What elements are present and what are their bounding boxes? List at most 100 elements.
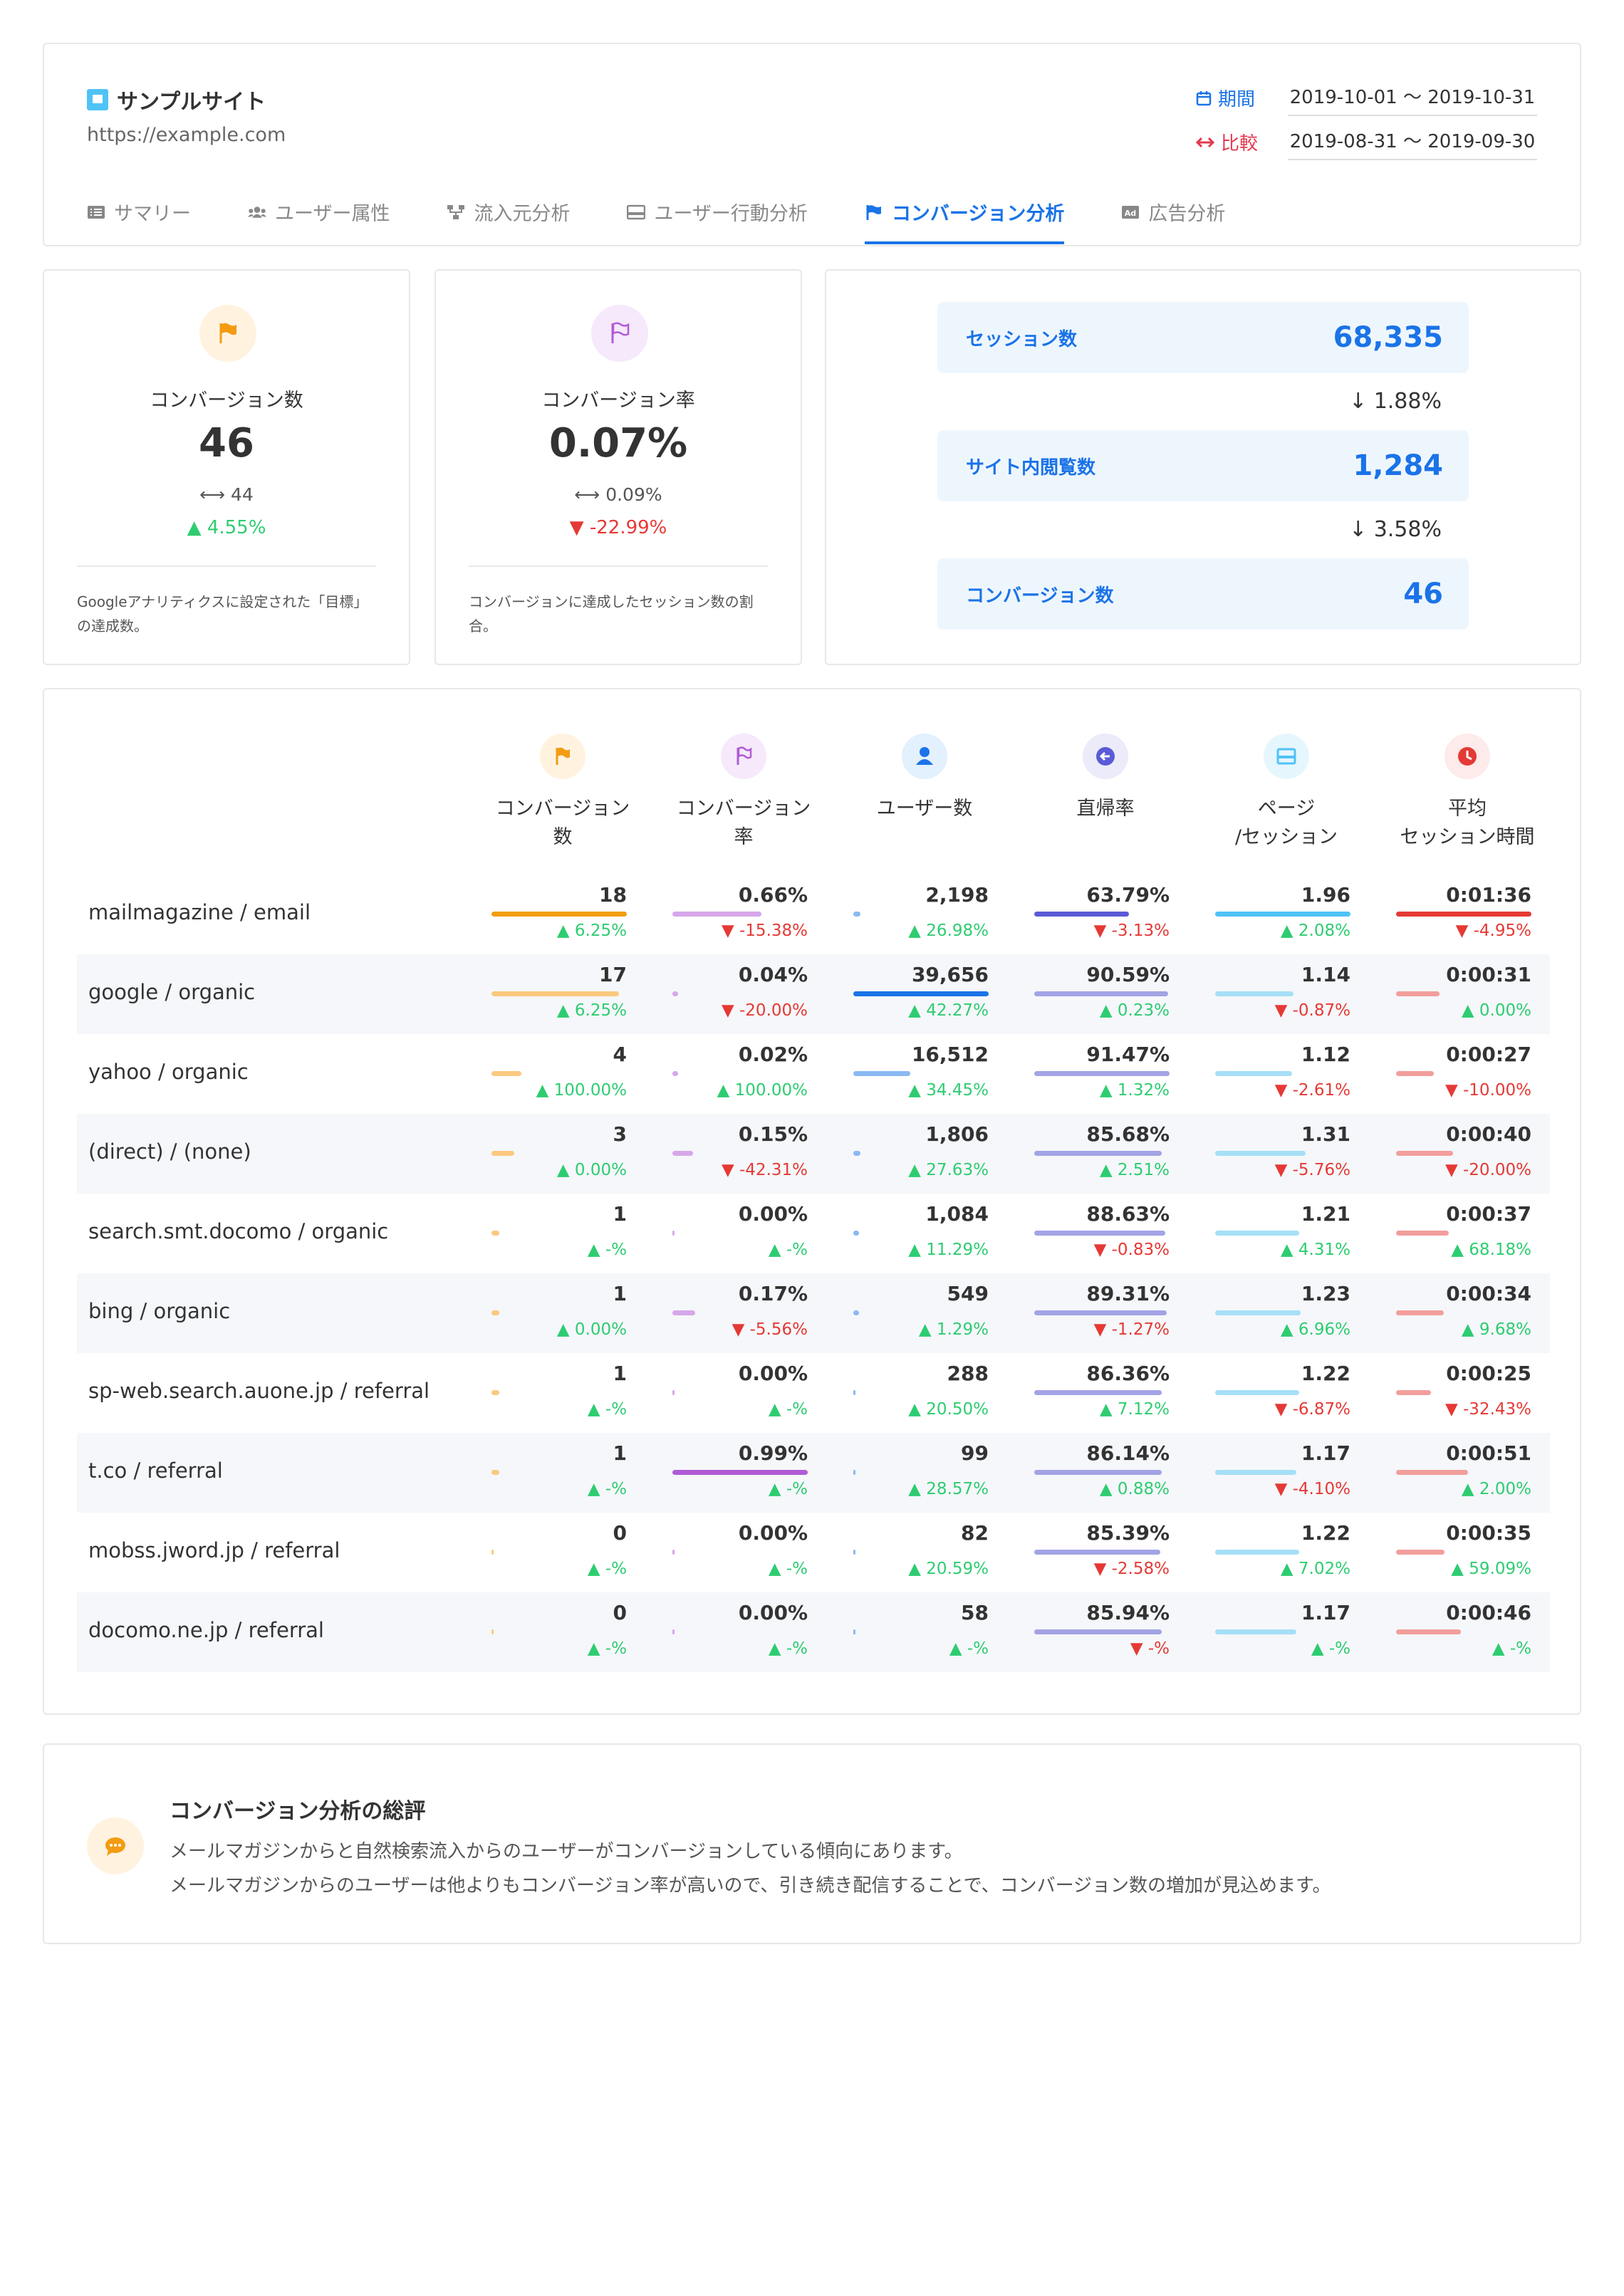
triangle-up-icon: ▲ [556, 922, 575, 940]
value-bar [1396, 1151, 1453, 1156]
triangle-down-icon: ▼ [732, 1320, 750, 1339]
value-bar [672, 1151, 693, 1156]
kpi-value: 0.07% [548, 420, 688, 466]
value-bar [1396, 991, 1440, 996]
table-cell: 89.31% ▼ -1.27% [1034, 1273, 1170, 1353]
triangle-up-icon: ▲ [908, 1241, 927, 1259]
value-bar [1396, 1390, 1432, 1395]
cell-change: ▼ -5.76% [1274, 1161, 1350, 1179]
compare-date-range[interactable]: 2019-08-31 〜 2019-09-30 [1288, 124, 1537, 160]
flag-outline-icon [591, 305, 648, 362]
users-icon [248, 206, 266, 218]
table-row[interactable]: bing / organic 1 ▲ 0.00% 0.17% ▼ -5.56% 549 ▲ … [77, 1273, 1550, 1353]
table-cell: 0.00% ▲ -% [672, 1592, 808, 1672]
cell-change: ▼ -0.87% [1274, 1001, 1350, 1020]
compare-label: 比較 [1221, 133, 1259, 155]
cell-value: 82 [961, 1521, 989, 1545]
table-row[interactable]: mailmagazine / email 18 ▲ 6.25% 0.66% ▼ -15.… [77, 875, 1550, 954]
row-source-label: yahoo / organic [88, 1060, 249, 1084]
cell-change: ▼ -15.38% [722, 922, 808, 940]
value-bar [1396, 1071, 1435, 1076]
row-source-label: bing / organic [88, 1299, 231, 1323]
period-date-range[interactable]: 2019-10-01 〜 2019-10-31 [1288, 80, 1537, 116]
kpi-description: Googleアナリティクスに設定された「目標」の達成数。 [77, 593, 368, 635]
table-cell: 58 ▲ -% [853, 1592, 989, 1672]
cell-change: ▲ 20.59% [908, 1560, 989, 1578]
kpi-title: コンバージョン率 [541, 390, 695, 412]
value-bar [1034, 1151, 1162, 1156]
table-cell: 90.59% ▲ 0.23% [1034, 954, 1170, 1034]
cell-value: 1,806 [925, 1122, 989, 1146]
cell-value: 0:01:36 [1446, 883, 1531, 907]
tab-user-behavior[interactable]: ユーザー行動分析 [627, 198, 808, 244]
value-bar [853, 1231, 859, 1236]
value-bar [1034, 1071, 1170, 1076]
value-bar [491, 912, 627, 917]
table-cell: 0:00:51 ▲ 2.00% [1396, 1433, 1531, 1513]
table-row[interactable]: docomo.ne.jp / referral 0 ▲ -% 0.00% ▲ -% 58 ▲… [77, 1592, 1550, 1672]
triangle-up-icon: ▲ [1099, 1081, 1118, 1100]
arrows-horizontal-icon [1195, 137, 1215, 147]
table-row[interactable]: search.smt.docomo / organic 1 ▲ -% 0.00% ▲ -… [77, 1194, 1550, 1273]
value-bar [1215, 1390, 1299, 1395]
table-row[interactable]: mobss.jword.jp / referral 0 ▲ -% 0.00% ▲ -% 8… [77, 1513, 1550, 1592]
table-row[interactable]: yahoo / organic 4 ▲ 100.00% 0.02% ▲ 100.00% 1… [77, 1034, 1550, 1114]
kpi-card-conversions: コンバージョン数 46 ⟷ 44 ▲ 4.55% Googleアナリティクスに設… [43, 269, 410, 665]
flag-icon [199, 305, 256, 362]
triangle-up-icon: ▲ [1099, 1161, 1118, 1179]
tab-ad-analysis[interactable]: Ad 広告分析 [1121, 198, 1225, 244]
triangle-up-icon: ▲ [536, 1081, 554, 1100]
table-row[interactable]: sp-web.search.auone.jp / referral 1 ▲ -% 0.… [77, 1353, 1550, 1433]
value-bar [1215, 1470, 1296, 1475]
table-row[interactable]: t.co / referral 1 ▲ -% 0.99% ▲ -% 99 ▲ 28.57% 8… [77, 1433, 1550, 1513]
tab-traffic-source[interactable]: 流入元分析 [447, 198, 570, 244]
table-row[interactable]: (direct) / (none) 3 ▲ 0.00% 0.15% ▼ -42.31% 1… [77, 1114, 1550, 1194]
tab-conversion-analysis[interactable]: コンバージョン分析 [864, 198, 1065, 244]
table-cell: 0 ▲ -% [491, 1592, 627, 1672]
value-bar [491, 1310, 500, 1315]
comment-icon [87, 1817, 144, 1874]
triangle-up-icon: ▲ [1280, 1320, 1298, 1339]
value-bar [672, 1550, 675, 1555]
cell-value: 18 [599, 883, 627, 907]
cell-change: ▲ 9.68% [1461, 1320, 1531, 1339]
table-cell: 0:00:31 ▲ 0.00% [1396, 954, 1531, 1034]
column-label: 平均 セッション時間 [1400, 798, 1535, 848]
cell-value: 85.39% [1086, 1521, 1170, 1545]
triangle-up-icon: ▲ [949, 1639, 967, 1658]
cell-change: ▲ -% [768, 1241, 808, 1259]
cell-value: 85.68% [1086, 1122, 1170, 1146]
value-bar [853, 1390, 855, 1395]
calendar-icon [1196, 90, 1212, 105]
table-cell: 1 ▲ -% [491, 1194, 627, 1273]
triangle-up-icon: ▲ [1099, 1400, 1118, 1419]
table-row[interactable]: google / organic 17 ▲ 6.25% 0.04% ▼ -20.00% 3… [77, 954, 1550, 1034]
table-cell: 91.47% ▲ 1.32% [1034, 1034, 1170, 1114]
table-cell: 0.17% ▼ -5.56% [672, 1273, 808, 1353]
cell-value: 91.47% [1086, 1043, 1170, 1066]
triangle-up-icon: ▲ [1451, 1241, 1469, 1259]
kpi-title: コンバージョン数 [150, 390, 303, 412]
table-cell: 16,512 ▲ 34.45% [853, 1034, 989, 1114]
cell-value: 86.36% [1086, 1362, 1170, 1385]
value-bar [853, 1470, 855, 1475]
triangle-up-icon: ▲ [556, 1161, 575, 1179]
value-bar [491, 1550, 494, 1555]
triangle-down-icon: ▼ [1130, 1639, 1148, 1658]
cell-change: ▲ 0.00% [556, 1161, 627, 1179]
table-cell: 0 ▲ -% [491, 1513, 627, 1592]
triangle-up-icon: ▲ [1280, 922, 1298, 940]
summary-line: メールマガジンからのユーザーは他よりもコンバージョン率が高いので、引き続き配信す… [170, 1875, 1331, 1896]
cell-change: ▲ -% [768, 1480, 808, 1498]
cell-value: 90.59% [1086, 963, 1170, 986]
row-source-label: (direct) / (none) [88, 1139, 251, 1164]
tab-summary[interactable]: サマリー [87, 198, 191, 244]
cell-change: ▼ -% [1130, 1639, 1170, 1658]
value-bar [491, 1151, 515, 1156]
value-bar [1215, 1231, 1299, 1236]
cell-value: 0:00:34 [1446, 1282, 1531, 1305]
cell-value: 549 [947, 1282, 989, 1305]
cell-change: ▲ -% [587, 1560, 627, 1578]
cell-value: 0 [613, 1601, 627, 1624]
tab-user-attributes[interactable]: ユーザー属性 [248, 198, 390, 244]
